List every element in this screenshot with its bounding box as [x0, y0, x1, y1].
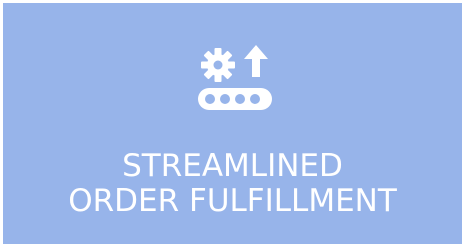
tile-title-line-2: ORDER FULFILLMENT: [68, 183, 397, 219]
tile-title-line-1: STREAMLINED: [122, 148, 343, 184]
conveyor-gear-arrow-icon: [198, 45, 272, 110]
feature-tile: STREAMLINED ORDER FULFILLMENT: [3, 3, 462, 244]
tile-title: STREAMLINED ORDER FULFILLMENT: [3, 149, 462, 219]
